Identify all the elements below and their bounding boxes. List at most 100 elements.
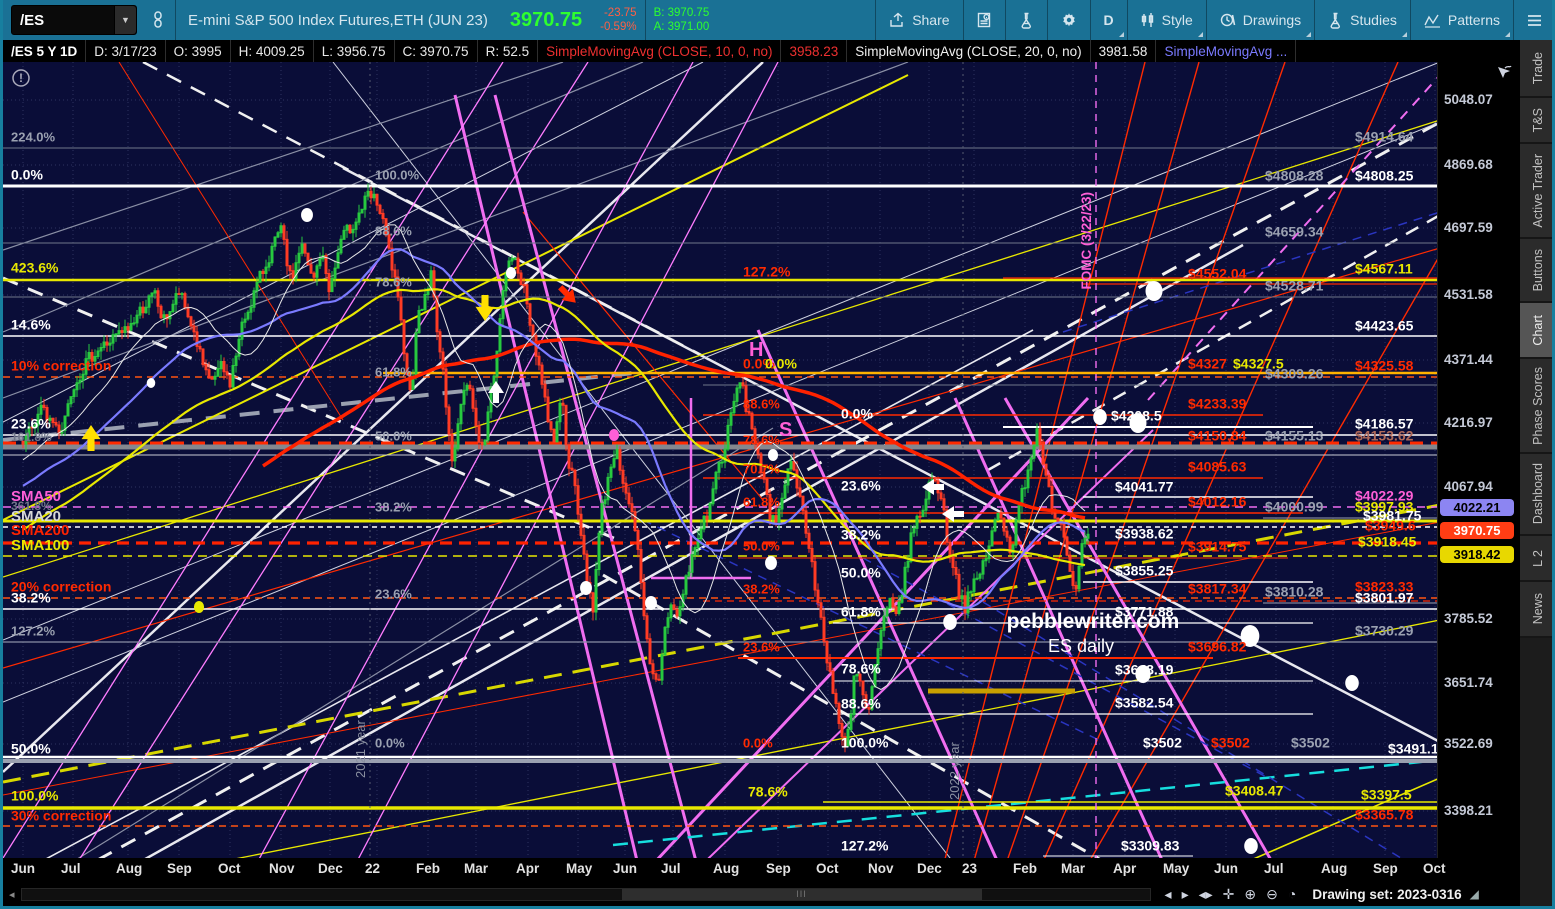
svg-text:127.2%: 127.2% [743, 264, 791, 280]
time-axis-label: Aug [1321, 861, 1348, 876]
ohlc-cell: SimpleMovingAvg ... [1156, 40, 1297, 62]
price-axis[interactable]: 5048.07 4869.68 4697.59 4531.58 4371.44 4216.… [1437, 62, 1520, 858]
sidebar-tab-trade[interactable]: Trade [1520, 40, 1552, 98]
svg-text:$4085.63: $4085.63 [1188, 459, 1247, 475]
pan-icon[interactable]: ✛ [1223, 886, 1235, 903]
settings-button[interactable] [1048, 0, 1090, 40]
axis-tick: 3398.21 [1444, 803, 1493, 818]
gear-icon [1061, 12, 1077, 28]
axis-tick: 3522.69 [1444, 736, 1493, 751]
flask-icon [1019, 12, 1034, 29]
svg-text:88.6%: 88.6% [375, 223, 412, 238]
ohlc-cell: C: 3970.75 [395, 40, 478, 62]
fit-width-icon[interactable]: ◂▸ [1199, 886, 1213, 903]
sidebar-tab-label: News [1530, 593, 1545, 625]
symbol-value: /ES [20, 11, 45, 29]
svg-text:$3491.13: $3491.13 [1388, 741, 1437, 757]
ohlc-cell: D: 3/17/23 [86, 40, 166, 62]
share-button[interactable]: Share [876, 0, 962, 40]
svg-text:$4000.99: $4000.99 [1265, 499, 1324, 515]
menu-button[interactable] [1514, 0, 1552, 40]
analyze-button[interactable] [1006, 0, 1047, 40]
svg-text:100.0%: 100.0% [375, 167, 420, 182]
time-axis-label: Aug [713, 861, 740, 876]
ohlc-cell: 3981.58 [1091, 40, 1157, 62]
time-axis-label: Nov [868, 861, 894, 876]
drawings-button[interactable]: Drawings [1207, 0, 1314, 40]
style-button-label: Style [1161, 12, 1193, 28]
scroll-left-icon[interactable]: ◂ [3, 888, 21, 901]
resize-corner-icon[interactable]: ◢ [1470, 887, 1479, 901]
ohlc-cell: /ES 5 Y 1D [3, 40, 87, 62]
quick-quote-button[interactable] [964, 0, 1005, 40]
time-axis-label: Dec [318, 861, 343, 876]
sidebar-tab-label: L 2 [1530, 549, 1545, 567]
cursor-icon[interactable] [1496, 64, 1512, 85]
svg-text:$4150.84: $4150.84 [1188, 428, 1247, 444]
sidebar-tab-label: Chart [1530, 314, 1545, 346]
time-axis-label: Jul [61, 861, 81, 876]
svg-text:$4659.34: $4659.34 [1265, 224, 1324, 240]
svg-text:70.7%: 70.7% [743, 461, 780, 476]
sidebar-tab-l-2[interactable]: L 2 [1520, 536, 1552, 582]
time-axis-label: Jul [1264, 861, 1284, 876]
style-icon [1141, 12, 1155, 28]
sidebar-tab-chart[interactable]: Chart [1520, 303, 1552, 359]
time-axis-label: Jun [1214, 861, 1239, 876]
svg-text:$4233.39: $4233.39 [1188, 396, 1247, 412]
sidebar-tab-buttons[interactable]: Buttons [1520, 239, 1552, 303]
sidebar-tab-phase-scores[interactable]: Phase Scores [1520, 359, 1552, 454]
time-axis-label: Aug [116, 861, 143, 876]
price-chart[interactable]: H S 224.0% 0.0% 423.6% 14.6% 10% correction 23.… [3, 62, 1437, 858]
time-axis-label: Sep [167, 861, 192, 876]
toolbar-buttons: Share D Style Drawings Studies Patterns [875, 0, 1552, 40]
step-right-icon[interactable]: ▸ [1182, 886, 1189, 903]
ohlc-cell: SimpleMovingAvg (CLOSE, 10, 0, no) [538, 40, 782, 62]
ohlc-cell: L: 3956.75 [314, 40, 395, 62]
svg-text:$3918.45: $3918.45 [1358, 534, 1417, 550]
zoom-in-icon[interactable]: ⊕ [1244, 886, 1256, 903]
svg-text:$4423.65: $4423.65 [1355, 318, 1414, 334]
time-axis-label: Sep [766, 861, 791, 876]
svg-text:$4528.71: $4528.71 [1265, 278, 1324, 294]
sidebar-tab-news[interactable]: News [1520, 582, 1552, 638]
time-axis[interactable]: Jun Jul Aug Sep Oct Nov Dec 22 Feb Mar Apr May Jun Ju… [3, 858, 1446, 882]
patterns-button[interactable]: Patterns [1411, 0, 1513, 40]
ohlc-cell: 3958.23 [781, 40, 848, 62]
vertical-lines [369, 62, 1097, 858]
sidebar-tab-t-s[interactable]: T&S [1520, 98, 1552, 144]
svg-text:30% correction: 30% correction [11, 808, 111, 824]
svg-text:$4808.28: $4808.28 [1265, 168, 1324, 184]
year-label: 2021 year [353, 720, 368, 778]
svg-text:$3309.83: $3309.83 [1121, 838, 1180, 854]
symbol-dropdown-icon[interactable]: ▼ [114, 6, 136, 34]
time-axis-label: Oct [816, 861, 839, 876]
scrollbar-thumb[interactable]: III [621, 888, 982, 900]
sidebar-tab-active-trader[interactable]: Active Trader [1520, 144, 1552, 239]
drawings-button-label: Drawings [1242, 12, 1302, 28]
time-axis-label: Apr [516, 861, 540, 876]
svg-text:$3855.25: $3855.25 [1115, 563, 1174, 579]
time-axis-label: May [566, 861, 593, 876]
ohlc-cell: H: 4009.25 [231, 40, 314, 62]
chart-canvas: HS224.0%0.0%423.6%14.6%10% correction23.… [3, 62, 1437, 858]
svg-text:SMA100: SMA100 [11, 537, 69, 554]
studies-button[interactable]: Studies [1315, 0, 1410, 40]
timeframe-button[interactable]: D [1091, 0, 1127, 40]
time-axis-label: Dec [917, 861, 942, 876]
link-icon[interactable] [141, 0, 175, 40]
svg-text:23.6%: 23.6% [743, 639, 780, 654]
zoom-out-icon[interactable]: ⊖ [1266, 886, 1278, 903]
chart-scrollbar[interactable]: III [20, 887, 1151, 901]
price-change: -23.75 -0.59% [600, 7, 637, 33]
sidebar-tab-dashboard[interactable]: Dashboard [1520, 454, 1552, 536]
axis-tick: 5048.07 [1444, 92, 1493, 107]
step-left-icon[interactable]: ◂ [1165, 886, 1172, 903]
symbol-input[interactable]: /ES ▼ [11, 5, 137, 35]
style-button[interactable]: Style [1128, 0, 1206, 40]
time-axis-icon[interactable]: ◔ [1288, 886, 1296, 902]
svg-text:$3502: $3502 [1291, 735, 1330, 751]
svg-text:38.2%: 38.2% [841, 527, 881, 543]
time-axis-label: 22 [365, 861, 381, 876]
axis-tick: 3651.74 [1444, 675, 1493, 690]
